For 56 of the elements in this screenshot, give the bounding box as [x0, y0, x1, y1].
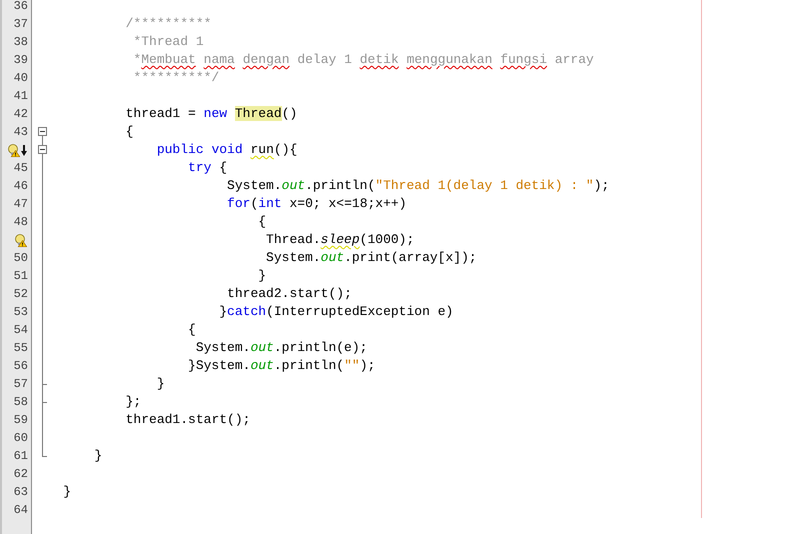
code-line: }	[63, 483, 72, 501]
line-number: 61	[14, 448, 28, 465]
line-number: 37	[14, 16, 28, 33]
line-number: 63	[14, 484, 28, 501]
code-line: **********/	[133, 69, 220, 87]
line-number: 51	[14, 268, 28, 285]
code-line: for(int x=0; x<=18;x++)	[227, 195, 407, 213]
line-number: 40	[14, 70, 28, 87]
code-line: {	[188, 321, 196, 339]
line-number: 56	[14, 358, 28, 375]
code-line: /**********	[126, 15, 212, 33]
line-number: 55	[14, 340, 28, 357]
line-number: 42	[14, 106, 28, 123]
code-line: }catch(InterruptedException e)	[219, 303, 454, 321]
code-line: System.out.println(e);	[196, 339, 368, 357]
line-number: 60	[14, 430, 28, 447]
line-number: 46	[14, 178, 28, 195]
fold-toggle[interactable]	[38, 145, 47, 154]
line-number: 47	[14, 196, 28, 213]
line-number: 39	[14, 52, 28, 69]
warning-bulb-icon[interactable]	[7, 144, 20, 156]
line-number: 54	[14, 322, 28, 339]
code-line: }	[156, 375, 165, 393]
line-number: 48	[14, 214, 28, 231]
fold-toggle[interactable]	[38, 127, 47, 136]
code-line: }System.out.println("");	[188, 357, 376, 375]
line-number: 36	[14, 0, 28, 15]
line-number: 64	[14, 502, 28, 519]
code-line: *Thread 1	[133, 33, 204, 51]
line-number: 43	[14, 124, 28, 141]
line-number: 45	[14, 160, 28, 177]
line-number: 59	[14, 412, 28, 429]
code-line: }	[94, 447, 102, 465]
line-number: 52	[14, 286, 28, 303]
warning-bulb-icon[interactable]	[14, 234, 27, 246]
line-number: 41	[14, 88, 28, 105]
line-number: 62	[14, 466, 28, 483]
down-arrow-icon[interactable]	[21, 144, 27, 156]
line-number: 57	[14, 376, 28, 393]
code-line: Thread.sleep(1000);	[266, 231, 414, 249]
code-line: public void run(){	[156, 141, 298, 159]
code-line: thread2.start();	[227, 285, 352, 303]
code-line: System.out.println("Thread 1(delay 1 detik) : ");	[227, 177, 610, 195]
line-number: 50	[14, 250, 28, 267]
code-line: }	[258, 267, 266, 285]
code-line: {	[126, 123, 134, 141]
line-number: 53	[14, 304, 28, 321]
code-line: thread1.start();	[126, 411, 250, 429]
code-line: *Membuat nama dengan delay 1 detik menggunakan fungsi array	[133, 51, 594, 69]
code-line: };	[126, 393, 142, 411]
code-line: thread1 = new Thread()	[126, 105, 298, 123]
line-number: 38	[14, 34, 28, 51]
line-number: 58	[14, 394, 28, 411]
code-line: {	[258, 213, 266, 231]
code-line: System.out.print(array[x]);	[266, 249, 477, 267]
code-line: try {	[188, 159, 228, 177]
